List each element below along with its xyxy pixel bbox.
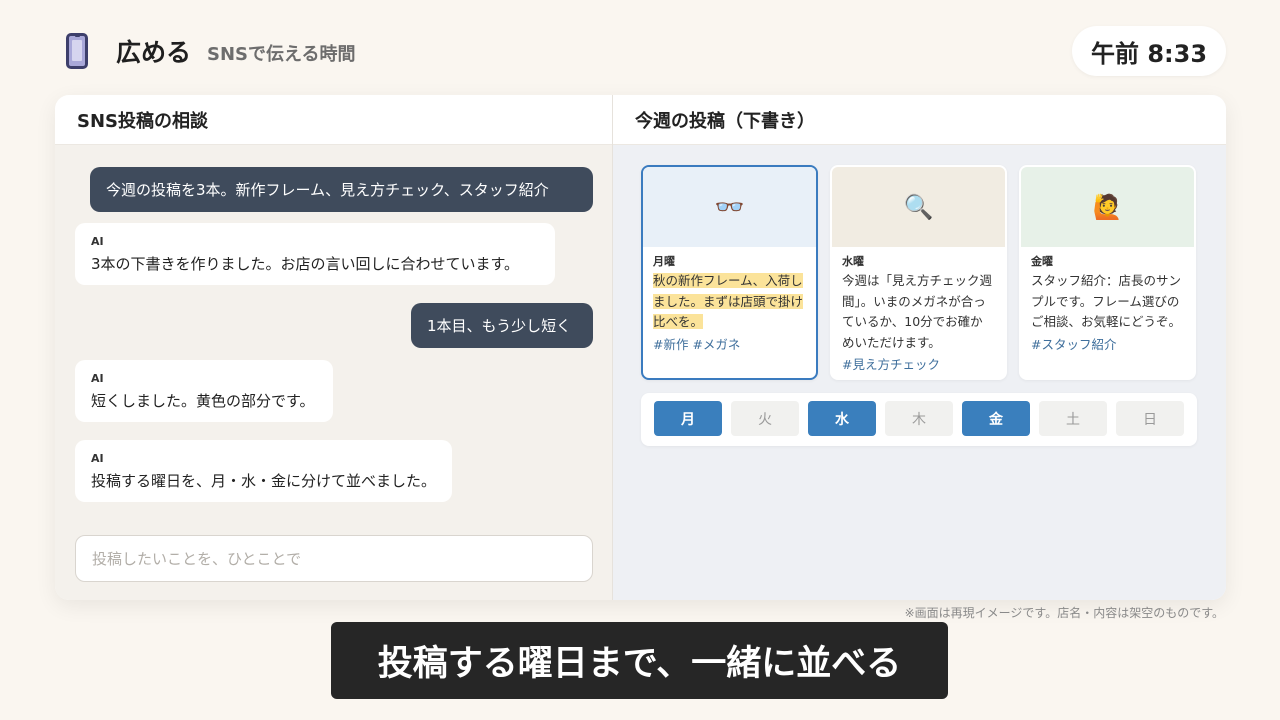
posts-panel-title: 今週の投稿（下書き） bbox=[613, 95, 1226, 145]
card-tags: #新作 #メガネ bbox=[653, 336, 741, 352]
clock: 午前 8:33 bbox=[1072, 26, 1226, 76]
ai-label: AI bbox=[91, 372, 104, 385]
post-card-friday[interactable]: 🙋 金曜 スタッフ紹介：店長のサンプルです。フレーム選びのご相談、お気軽にどうぞ… bbox=[1019, 165, 1196, 380]
day-button-sat[interactable]: 土 bbox=[1039, 401, 1107, 436]
day-button-sun[interactable]: 日 bbox=[1116, 401, 1184, 436]
card-text: スタッフ紹介：店長のサンプルです。フレーム選びのご相談、お気軽にどうぞ。 bbox=[1031, 273, 1182, 329]
card-tags: #見え方チェック bbox=[842, 357, 940, 372]
magnifier-icon: 🔍 bbox=[903, 193, 934, 221]
card-day: 金曜 bbox=[1031, 255, 1053, 268]
message-text: 投稿する曜日を、月・水・金に分けて並べました。 bbox=[91, 472, 437, 490]
day-button-tue[interactable]: 火 bbox=[731, 401, 799, 436]
card-text: 秋の新作フレーム、入荷しました。まずは店頭で掛け比べを。 bbox=[653, 271, 806, 333]
ai-label: AI bbox=[91, 452, 104, 465]
ai-message: AI 3本の下書きを作りました。お店の言い回しに合わせています。 bbox=[75, 223, 555, 285]
ai-message: AI 投稿する曜日を、月・水・金に分けて並べました。 bbox=[75, 440, 452, 502]
chat-input[interactable] bbox=[75, 535, 593, 582]
posts-panel: 今週の投稿（下書き） 👓 月曜 秋の新作フレーム、入荷しました。まずは店頭で掛け… bbox=[613, 95, 1226, 600]
card-day: 水曜 bbox=[842, 255, 864, 268]
card-image: 🔍 bbox=[832, 167, 1005, 247]
card-tags: #スタッフ紹介 bbox=[1031, 336, 1117, 352]
user-message: 今週の投稿を3本。新作フレーム、見え方チェック、スタッフ紹介 bbox=[90, 167, 593, 212]
chat-panel: SNS投稿の相談 今週の投稿を3本。新作フレーム、見え方チェック、スタッフ紹介 … bbox=[55, 95, 613, 600]
disclaimer: ※画面は再現イメージです。店名・内容は架空のものです。 bbox=[904, 606, 1224, 620]
message-text: 今週の投稿を3本。新作フレーム、見え方チェック、スタッフ紹介 bbox=[106, 180, 549, 199]
day-button-fri[interactable]: 金 bbox=[962, 401, 1030, 436]
card-image: 👓 bbox=[643, 167, 816, 247]
app-subtitle: SNSで伝える時間 bbox=[207, 43, 356, 65]
ai-label: AI bbox=[91, 235, 104, 248]
post-card-monday[interactable]: 👓 月曜 秋の新作フレーム、入荷しました。まずは店頭で掛け比べを。 #新作 #メ… bbox=[641, 165, 818, 380]
message-text: 1本目、もう少し短く bbox=[427, 316, 572, 335]
eyeglasses-icon: 👓 bbox=[714, 193, 745, 221]
post-card-wednesday[interactable]: 🔍 水曜 今週は「見え方チェック週間」。いまのメガネが合っているか、10分でお確… bbox=[830, 165, 1007, 380]
day-button-thu[interactable]: 木 bbox=[885, 401, 953, 436]
card-day: 月曜 bbox=[653, 255, 675, 268]
day-button-mon[interactable]: 月 bbox=[654, 401, 722, 436]
message-text: 短くしました。黄色の部分です。 bbox=[91, 392, 315, 410]
user-message: 1本目、もう少し短く bbox=[411, 303, 593, 348]
app-header: 広める SNSで伝える時間 bbox=[66, 30, 355, 72]
app-title: 広める bbox=[116, 38, 192, 67]
card-text: 今週は「見え方チェック週間」。いまのメガネが合っているか、10分でお確かめいただ… bbox=[842, 273, 993, 350]
day-button-wed[interactable]: 水 bbox=[808, 401, 876, 436]
message-text: 3本の下書きを作りました。お店の言い回しに合わせています。 bbox=[91, 255, 520, 273]
card-image: 🙋 bbox=[1021, 167, 1194, 247]
main-card: SNS投稿の相談 今週の投稿を3本。新作フレーム、見え方チェック、スタッフ紹介 … bbox=[55, 95, 1226, 600]
ai-message: AI 短くしました。黄色の部分です。 bbox=[75, 360, 333, 422]
smartphone-icon bbox=[66, 33, 88, 69]
staff-person-icon: 🙋 bbox=[1092, 193, 1123, 221]
chat-panel-title: SNS投稿の相談 bbox=[55, 95, 612, 145]
caption-subtitle: 投稿する曜日まで、一緒に並べる bbox=[331, 622, 948, 699]
day-selector: 月 火 水 木 金 土 日 bbox=[641, 393, 1197, 446]
highlighted-text: 秋の新作フレーム、入荷しました。まずは店頭で掛け比べを。 bbox=[653, 273, 804, 329]
